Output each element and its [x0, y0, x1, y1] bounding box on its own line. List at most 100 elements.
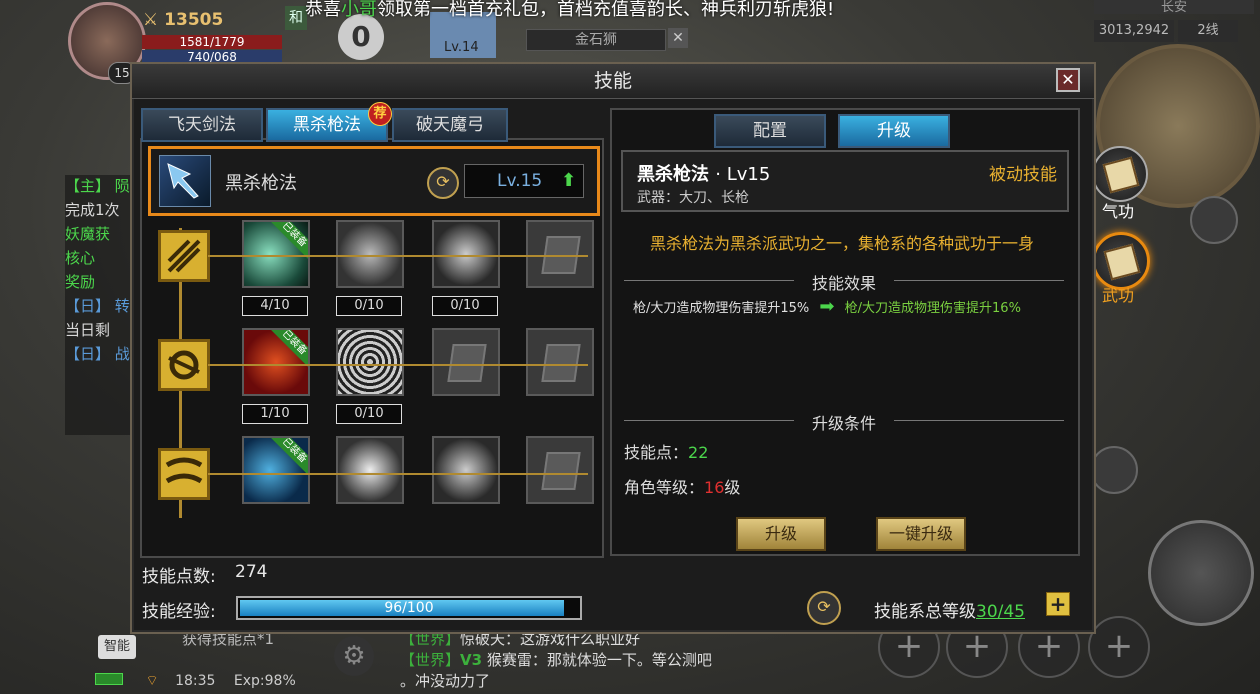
- skill-points-value: 274: [235, 562, 268, 582]
- skill-slot[interactable]: 已装备: [242, 220, 310, 288]
- target-close-button[interactable]: ✕: [668, 28, 688, 48]
- skill-info-box: 黑杀枪法 · Lv15 被动技能 武器：大刀、长枪: [621, 150, 1069, 212]
- quest-line: 妖魔获: [65, 225, 111, 243]
- row-connector: [208, 255, 588, 257]
- server-line[interactable]: 2线: [1178, 20, 1238, 42]
- cond-level-label: 角色等级：: [624, 478, 705, 497]
- tab-feitian-sword[interactable]: 飞天剑法: [141, 108, 263, 142]
- detail-level-text: · Lv15: [715, 164, 771, 185]
- skill-slot[interactable]: 已装备: [242, 436, 310, 504]
- announce-text: 领取第一档首充礼包，首档充值喜韵长、神兵利刃斩虎狼!: [377, 0, 835, 20]
- exp-percent: Exp:98%: [233, 673, 296, 689]
- skill-type: 被动技能: [989, 165, 1057, 185]
- skill-slot[interactable]: [432, 220, 500, 288]
- equipped-ribbon: 已装备: [267, 330, 308, 370]
- divider: [894, 280, 1064, 281]
- skill-exp-text: 96/100: [384, 600, 434, 616]
- hp-bar: 1581/1779: [142, 35, 282, 49]
- combat-power-value: 13505: [164, 10, 224, 30]
- row-wave-icon: [158, 448, 210, 500]
- quest-line: 核心: [65, 249, 96, 267]
- skill-description: 黑杀枪法为黑杀派武功之一，集枪系的各种武功于一身: [649, 234, 1034, 253]
- quest-line: 奖励: [65, 273, 96, 291]
- effect-next: 枪/大刀造成物理伤害提升16%: [844, 301, 1021, 316]
- selected-skill-header[interactable]: 黑杀枪法 ⟳ Lv.15 ⬆: [148, 146, 600, 216]
- locked-skill-slot[interactable]: [432, 328, 500, 396]
- row-connector: [208, 364, 588, 366]
- effect-current: 枪/大刀造成物理伤害提升15%: [633, 301, 810, 316]
- chat-channel: 【世界】: [400, 651, 461, 669]
- attack-button[interactable]: [1148, 520, 1254, 626]
- chat-window[interactable]: 获得技能点*1 【世界】惊破天：这游戏什么职业好 【世界】V3 猴赛雷：那就体验…: [182, 628, 712, 691]
- level-up-arrow-icon: ⬆: [561, 170, 577, 191]
- lock-book-icon: [541, 452, 581, 490]
- quest-line: 当日剩: [65, 321, 111, 339]
- peace-mode-badge[interactable]: 和: [285, 6, 307, 30]
- map-city-name: 长安: [1094, 0, 1254, 15]
- skill-level-box: Lv.15 ⬆: [464, 164, 584, 198]
- tab-config[interactable]: 配置: [714, 114, 826, 148]
- skill-exp-label: 技能经验:: [142, 602, 216, 622]
- locked-skill-slot[interactable]: [526, 328, 594, 396]
- qigong-label: 气功: [1101, 202, 1134, 221]
- book-icon: [1103, 243, 1141, 281]
- locked-skill-slot[interactable]: [526, 436, 594, 504]
- row-swirl-icon: [158, 339, 210, 391]
- cond-points-label: 技能点：: [624, 443, 689, 462]
- effect-title: 技能效果: [811, 274, 876, 293]
- close-icon[interactable]: ✕: [1056, 68, 1080, 92]
- skill-slot[interactable]: [432, 436, 500, 504]
- chat-text: 猴赛雷：那就体验一下。等公测吧: [486, 651, 712, 669]
- tab-potian-bow[interactable]: 破天魔弓: [392, 108, 508, 142]
- total-level-value: 30/45: [976, 602, 1025, 622]
- quest-line: 完成1次: [65, 201, 120, 219]
- skill-slot-level: 4/10: [242, 296, 308, 316]
- total-level: 技能系总等级30/45: [874, 597, 1025, 622]
- tab-upgrade[interactable]: 升级: [838, 114, 950, 148]
- skill-slot-level: 1/10: [242, 404, 308, 424]
- combat-power: ⚔ 13505: [143, 10, 224, 30]
- smart-mode-button[interactable]: 智能: [98, 635, 136, 659]
- cond-level-value: 16: [704, 478, 725, 497]
- skill-slot-level: 0/10: [432, 296, 498, 316]
- lock-book-icon: [447, 344, 487, 382]
- total-level-label: 技能系总等级: [874, 602, 976, 622]
- announcement-banner: 恭喜小哥领取第一档首充礼包，首档充值喜韵长、神兵利刃斩虎狼!: [305, 0, 834, 21]
- map-toggle-button[interactable]: [1190, 196, 1238, 244]
- weapon-requirement: 武器：大刀、长枪: [637, 190, 749, 206]
- detail-skill-name: 黑杀枪法 · Lv15: [637, 160, 770, 186]
- refresh-icon[interactable]: ⟳: [427, 167, 459, 199]
- skill-slot-empty[interactable]: +: [1088, 616, 1150, 678]
- skill-slot[interactable]: 已装备: [242, 328, 310, 396]
- book-icon: [1102, 156, 1140, 194]
- skill-level: Lv.15: [497, 171, 543, 191]
- vip-badge: V3: [460, 651, 483, 669]
- ally-level: Lv.14: [444, 40, 479, 55]
- settings-gear-icon[interactable]: ⚙: [334, 636, 374, 676]
- recommend-badge: 荐: [368, 102, 392, 126]
- quest-line: 【日】 战: [65, 345, 130, 363]
- skill-slot[interactable]: [336, 328, 404, 396]
- clock: 18:35: [175, 673, 216, 689]
- reset-refresh-icon[interactable]: ⟳: [807, 591, 841, 625]
- skill-slot[interactable]: [336, 436, 404, 504]
- cond-level-unit: 级: [724, 478, 741, 497]
- skill-slot[interactable]: [336, 220, 404, 288]
- cond-skill-points: 技能点：22: [624, 439, 708, 463]
- upgrade-all-button[interactable]: 一键升级: [876, 517, 966, 551]
- wugong-label: 武功: [1101, 286, 1134, 305]
- locked-skill-slot[interactable]: [526, 220, 594, 288]
- lock-book-icon: [541, 344, 581, 382]
- skill-exp-bar: 96/100: [236, 596, 582, 620]
- upgrade-button[interactable]: 升级: [736, 517, 826, 551]
- qigong-button[interactable]: [1092, 146, 1148, 202]
- add-plus-icon[interactable]: +: [1046, 592, 1070, 616]
- cond-points-value: 22: [688, 443, 709, 462]
- quest-line: 【日】 转: [65, 297, 130, 315]
- selected-skill-name: 黑杀枪法: [225, 173, 297, 194]
- skill-slot-level: 0/10: [336, 404, 402, 424]
- target-lock-button[interactable]: [1090, 446, 1138, 494]
- battery-icon: [95, 673, 123, 685]
- quest-tracker[interactable]: 【主】 陨 完成1次 妖魔获 核心 奖励 【日】 转 当日剩 【日】 战: [65, 175, 135, 435]
- skill-effect: 枪/大刀造成物理伤害提升15% ➡ 枪/大刀造成物理伤害提升16%: [633, 296, 1021, 317]
